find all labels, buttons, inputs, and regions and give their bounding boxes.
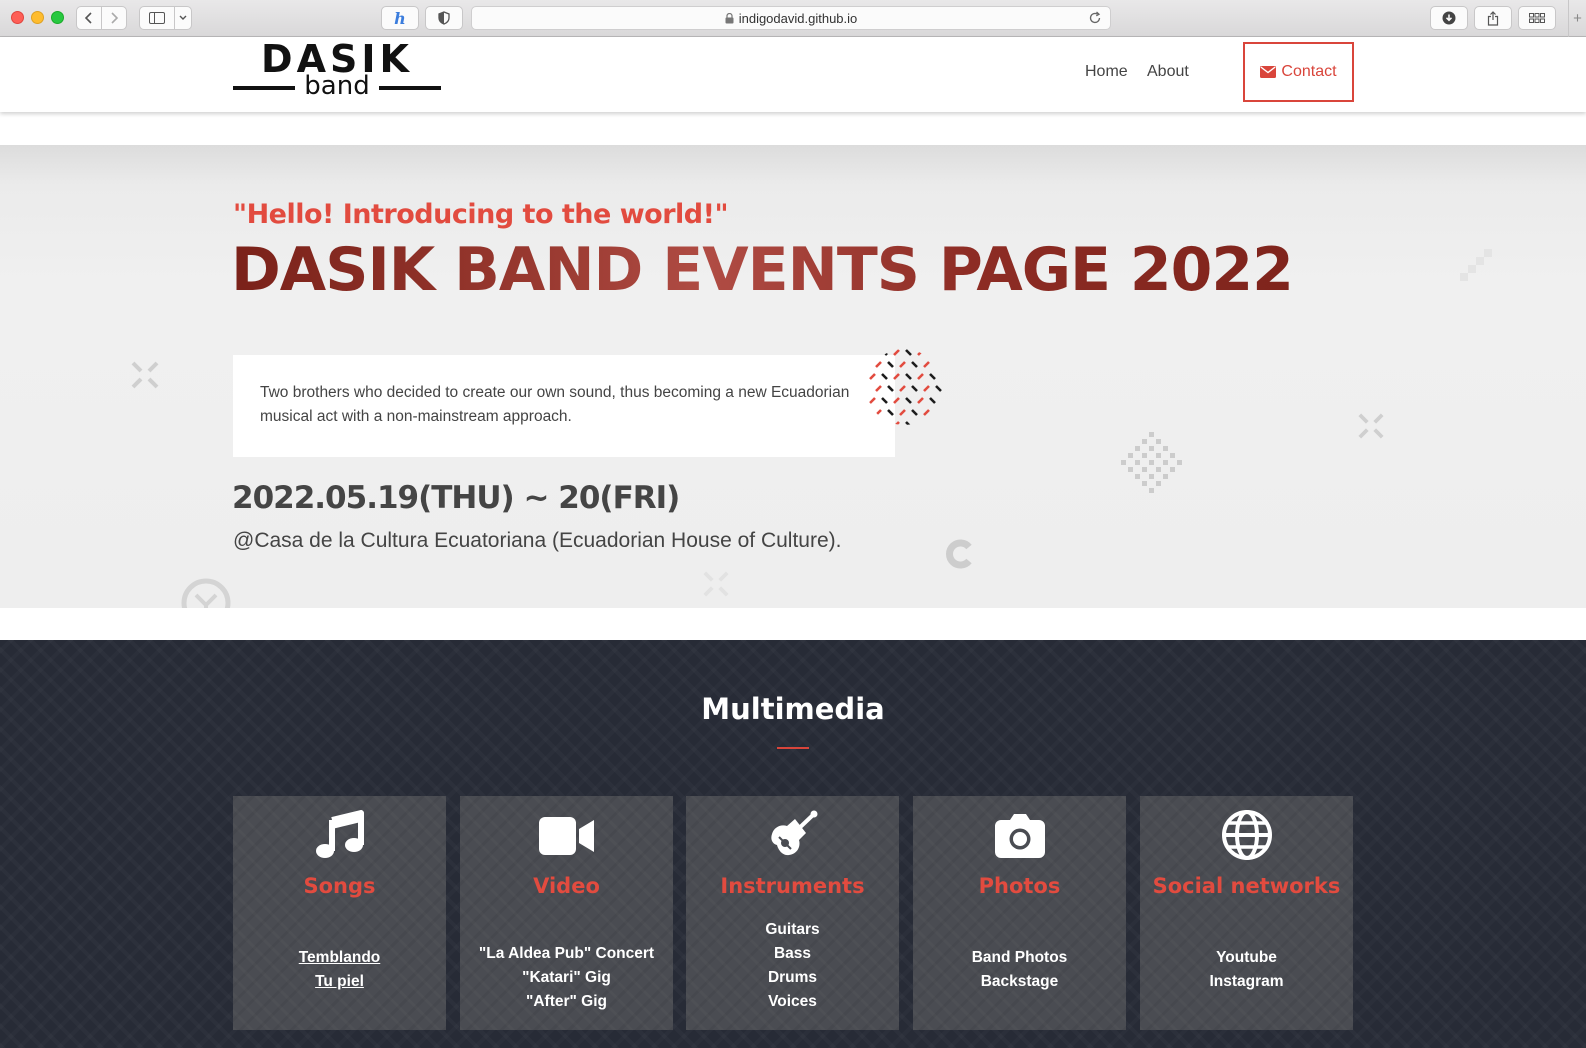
contact-label: Contact xyxy=(1281,63,1337,80)
video-item: "Katari" Gig xyxy=(522,969,611,986)
instrument-item: Drums xyxy=(767,969,818,986)
new-tab-button[interactable]: + xyxy=(1568,0,1586,37)
pixel-decoration-icon xyxy=(1460,249,1492,281)
back-button[interactable] xyxy=(76,6,102,30)
song-link-tu-piel[interactable]: Tu piel xyxy=(233,970,446,994)
instrument-item: Guitars xyxy=(765,921,820,938)
share-button[interactable] xyxy=(1474,6,1512,30)
reload-icon[interactable] xyxy=(1088,11,1102,25)
instrument-item: Bass xyxy=(773,945,812,962)
hypothesis-icon: h xyxy=(394,8,406,28)
music-icon xyxy=(315,810,364,858)
title-underline xyxy=(777,747,809,749)
photo-item: Backstage xyxy=(980,973,1059,990)
video-item: "After" Gig xyxy=(525,993,607,1010)
minimize-window-button[interactable] xyxy=(31,11,44,24)
social-item-instagram[interactable]: Instagram xyxy=(1140,970,1353,994)
card-social-networks: Social networks Youtube Instagram xyxy=(1140,796,1353,1030)
tab-overview-button[interactable] xyxy=(1518,6,1556,30)
site-logo[interactable]: DASIK band xyxy=(233,39,441,107)
share-icon xyxy=(1487,10,1499,26)
card-title: Instruments xyxy=(720,874,865,898)
cross-decoration-icon xyxy=(131,361,159,389)
extension-button[interactable]: h xyxy=(381,6,419,30)
diamond-pattern-icon xyxy=(1121,432,1182,493)
event-venue: @Casa de la Cultura Ecuatoriana (Ecuador… xyxy=(233,529,842,552)
nav-home-link[interactable]: Home xyxy=(1085,63,1128,81)
chevron-down-icon xyxy=(179,15,187,20)
logo-sub-text: band xyxy=(304,71,370,101)
nav-about-link[interactable]: About xyxy=(1147,63,1189,81)
card-songs: Songs Temblando Tu piel xyxy=(233,796,446,1030)
plus-icon: + xyxy=(1573,10,1582,27)
card-title: Photos xyxy=(978,874,1061,898)
shield-icon xyxy=(438,11,450,25)
social-item-youtube[interactable]: Youtube xyxy=(1140,946,1353,970)
forward-button[interactable] xyxy=(101,6,127,30)
guitar-icon xyxy=(770,810,817,856)
lock-icon xyxy=(725,12,734,23)
video-icon xyxy=(538,817,594,855)
camera-icon xyxy=(994,814,1045,858)
envelope-icon xyxy=(1260,66,1277,78)
downloads-button[interactable] xyxy=(1430,6,1468,30)
multimedia-title: Multimedia xyxy=(701,692,885,726)
url-text: indigodavid.github.io xyxy=(738,10,858,26)
chevron-right-icon xyxy=(111,12,119,24)
address-bar[interactable]: indigodavid.github.io xyxy=(471,6,1111,30)
contact-button[interactable]: Contact xyxy=(1243,42,1354,102)
dots-pattern-icon xyxy=(868,349,942,425)
privacy-button[interactable] xyxy=(425,6,463,30)
ring-decoration-icon xyxy=(181,578,231,608)
cross-decoration-icon xyxy=(703,571,729,597)
fullscreen-window-button[interactable] xyxy=(51,11,64,24)
hero-section: "Hello! Introducing to the world!" DASIK… xyxy=(0,145,1586,608)
grid-icon xyxy=(1529,13,1545,23)
multimedia-section: Multimedia Songs Temblando Tu piel Video… xyxy=(0,640,1586,1048)
instrument-item: Voices xyxy=(768,993,817,1010)
circle-decoration-icon xyxy=(946,539,972,569)
card-photos: Photos Band Photos Backstage xyxy=(913,796,1126,1030)
chevron-left-icon xyxy=(84,12,92,24)
video-item: "La Aldea Pub" Concert xyxy=(478,945,655,962)
photo-item: Band Photos xyxy=(971,949,1068,966)
card-title: Social networks xyxy=(1152,874,1341,898)
hero-tagline: "Hello! Introducing to the world!" xyxy=(233,199,729,230)
event-date: 2022.05.19(THU) ~ 20(FRI) xyxy=(232,480,680,516)
download-icon xyxy=(1442,11,1456,25)
hero-title: DASIK BAND EVENTS PAGE 2022 xyxy=(231,235,1294,305)
card-video: Video "La Aldea Pub" Concert "Katari" Gi… xyxy=(460,796,673,1030)
card-title: Songs xyxy=(303,874,376,898)
globe-icon xyxy=(1221,810,1272,860)
browser-toolbar: h indigodavid.github.io + xyxy=(0,0,1586,37)
sidebar-menu-button[interactable] xyxy=(174,6,192,30)
song-link-temblando[interactable]: Temblando xyxy=(233,946,446,970)
hero-description: Two brothers who decided to create our o… xyxy=(233,355,895,457)
card-instruments: Instruments Guitars Bass Drums Voices xyxy=(686,796,899,1030)
close-window-button[interactable] xyxy=(11,11,24,24)
sidebar-icon xyxy=(149,12,165,24)
card-title: Video xyxy=(533,874,600,898)
sidebar-toggle-button[interactable] xyxy=(139,6,175,30)
cross-decoration-icon xyxy=(1358,413,1384,439)
